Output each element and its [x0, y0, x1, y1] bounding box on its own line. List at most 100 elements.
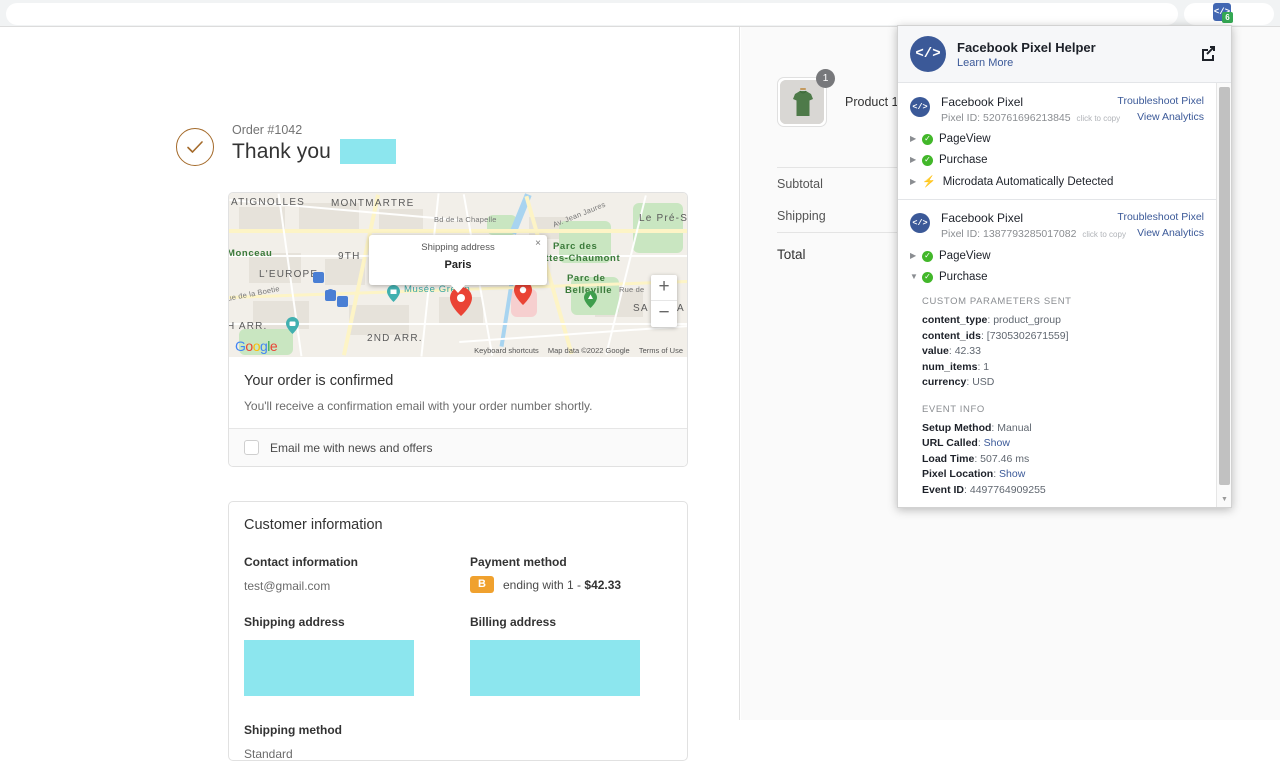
troubleshoot-pixel-link[interactable]: Troubleshoot Pixel: [1117, 95, 1204, 107]
browser-chrome: </> 6: [0, 0, 1280, 27]
order-number: Order #1042: [232, 123, 303, 137]
map-info-close-icon[interactable]: ×: [535, 239, 541, 249]
payment-amount: $42.33: [584, 577, 622, 592]
product-name: Product 1: [845, 95, 899, 109]
view-analytics-link[interactable]: View Analytics: [1117, 227, 1204, 239]
pixel-event-row[interactable]: ▶ PageView: [910, 133, 1204, 146]
map-attribution: Keyboard shortcuts Map data ©2022 Google…: [467, 346, 683, 355]
newsletter-optin-row[interactable]: Email me with news and offers: [229, 428, 687, 466]
external-link-icon[interactable]: [1199, 44, 1217, 62]
pixel-helper-header: </> Facebook Pixel Helper Learn More: [898, 26, 1231, 83]
pixel-links: Troubleshoot Pixel View Analytics: [1117, 211, 1204, 243]
event-info-value: 4497764909255: [969, 483, 1046, 496]
shipping-method-label: Shipping method: [244, 723, 342, 737]
map-label: ATIGNOLLES: [231, 197, 306, 208]
order-confirmed-title: Your order is confirmed: [244, 373, 394, 389]
troubleshoot-pixel-link[interactable]: Troubleshoot Pixel: [1117, 211, 1204, 223]
shipping-address-label: Shipping address: [244, 615, 345, 629]
map-park-pin: [584, 291, 597, 308]
chevron-right-icon[interactable]: ▶: [910, 135, 920, 143]
pixel-helper-title: Facebook Pixel Helper: [957, 39, 1096, 55]
pixel-helper-title-group: Facebook Pixel Helper Learn More: [957, 40, 1096, 69]
event-name: Purchase: [939, 271, 988, 283]
event-status-ok-icon: [922, 250, 933, 262]
event-status-ok-icon: [922, 133, 933, 145]
newsletter-label: Email me with news and offers: [270, 440, 433, 455]
chevron-right-icon[interactable]: ▶: [910, 252, 920, 260]
product-quantity-badge: 1: [816, 69, 835, 88]
map-label: L'EUROPE: [259, 269, 319, 280]
parameter-value: USD: [972, 376, 995, 388]
microdata-bolt-icon: ⚡: [922, 176, 936, 188]
parameter-key: currency: [922, 376, 967, 388]
parameter-key: value: [922, 345, 949, 357]
event-info-row: Load Time: 507.46 ms: [922, 452, 1030, 465]
facebook-pixel-helper-logo-icon: </>: [910, 36, 946, 72]
chevron-down-icon[interactable]: ▼: [910, 273, 920, 281]
pixel-logo-icon: </>: [910, 213, 930, 233]
event-info-value: Manual: [997, 421, 1032, 434]
map-label: Bd de la Chapelle: [434, 215, 497, 224]
url-called-show-link[interactable]: Show: [984, 437, 1010, 449]
event-info-row: Pixel Location: Show: [922, 468, 1026, 480]
event-info-row: Event ID: 4497764909255: [922, 483, 1046, 496]
pixel-event-row[interactable]: ▶ PageView: [910, 250, 1204, 263]
newsletter-checkbox[interactable]: [244, 440, 259, 455]
event-info-list: Setup Method: Manual URL Called: Show Lo…: [922, 421, 1204, 499]
product-image: [780, 80, 824, 124]
event-info-key: Pixel Location: [922, 468, 994, 480]
parameter-key: content_type: [922, 314, 988, 326]
map-zoom-out-button[interactable]: −: [651, 301, 677, 327]
pixel-event-row-expanded[interactable]: ▼ Purchase: [910, 271, 1204, 284]
view-analytics-link[interactable]: View Analytics: [1117, 111, 1204, 123]
map-terms-link[interactable]: Terms of Use: [639, 346, 683, 355]
thank-you-row: Thank you: [232, 139, 396, 164]
event-info-key: Setup Method: [922, 421, 992, 434]
map-keyboard-shortcuts[interactable]: Keyboard shortcuts: [474, 346, 539, 355]
pixel-entry: </> Facebook Pixel Pixel ID: 52076169621…: [898, 83, 1216, 200]
event-info-key: Event ID: [922, 483, 965, 496]
map-zoom-in-button[interactable]: +: [651, 275, 677, 301]
shipping-address-redaction: [244, 640, 414, 696]
pixel-id-value: 1387793285017082: [983, 228, 1077, 240]
event-info-value: 507.46 ms: [980, 452, 1030, 465]
pixel-helper-scrollbar[interactable]: ▲ ▼: [1216, 83, 1231, 507]
pixel-id-label: Pixel ID:: [941, 228, 981, 240]
order-summary-product-row: 1 Product 1: [777, 69, 899, 127]
order-confirmation-card: ATIGNOLLES MONTMARTRE Le Pré-Sai Monceau…: [228, 192, 688, 467]
pixel-entry: </> Facebook Pixel Pixel ID: 13877932850…: [898, 200, 1216, 507]
payment-method-block: Payment method B ending with 1 - $42.33: [458, 555, 672, 593]
map-label: SA: [633, 303, 649, 314]
order-confirmed-body: Your order is confirmed You'll receive a…: [229, 357, 687, 428]
scroll-down-arrow-icon[interactable]: ▼: [1217, 492, 1231, 507]
scrollbar-thumb[interactable]: [1219, 87, 1230, 485]
pixel-event-row[interactable]: ▶ Purchase: [910, 154, 1204, 167]
parameter-row: num_items: 1: [922, 360, 990, 373]
parameter-row: content_type: product_group: [922, 314, 1061, 326]
learn-more-link[interactable]: Learn More: [957, 57, 1096, 69]
address-bar[interactable]: [6, 3, 1178, 25]
chevron-right-icon[interactable]: ▶: [910, 156, 920, 164]
pixel-id-label: Pixel ID:: [941, 112, 981, 124]
pixel-id-value: 520761696213845: [983, 112, 1071, 124]
parameter-row: currency: USD: [922, 376, 995, 388]
parameter-value: product_group: [993, 314, 1061, 326]
logo-letter: e: [269, 338, 278, 354]
pixel-location-show-link[interactable]: Show: [999, 468, 1025, 480]
parameter-key: content_ids: [922, 329, 981, 342]
map-label: Parc des: [553, 241, 598, 252]
customer-information-title: Customer information: [244, 517, 383, 533]
map-label: 9TH: [338, 251, 361, 262]
shipping-address-map[interactable]: ATIGNOLLES MONTMARTRE Le Pré-Sai Monceau…: [229, 193, 687, 357]
logo-letter: o: [245, 338, 253, 354]
pixel-links: Troubleshoot Pixel View Analytics: [1117, 95, 1204, 127]
map-info-value: Paris: [444, 259, 472, 271]
map-zoom-control[interactable]: + −: [651, 275, 677, 327]
pixel-event-row[interactable]: ▶ ⚡ Microdata Automatically Detected: [910, 175, 1204, 189]
parameter-value: 1: [983, 360, 990, 373]
map-label: Parc de: [567, 273, 606, 284]
order-confirmed-check-icon: [176, 128, 214, 166]
map-label: uttes-Chaumont: [539, 253, 621, 264]
chevron-right-icon[interactable]: ▶: [910, 177, 920, 186]
map-label: Rue de: [619, 285, 645, 294]
